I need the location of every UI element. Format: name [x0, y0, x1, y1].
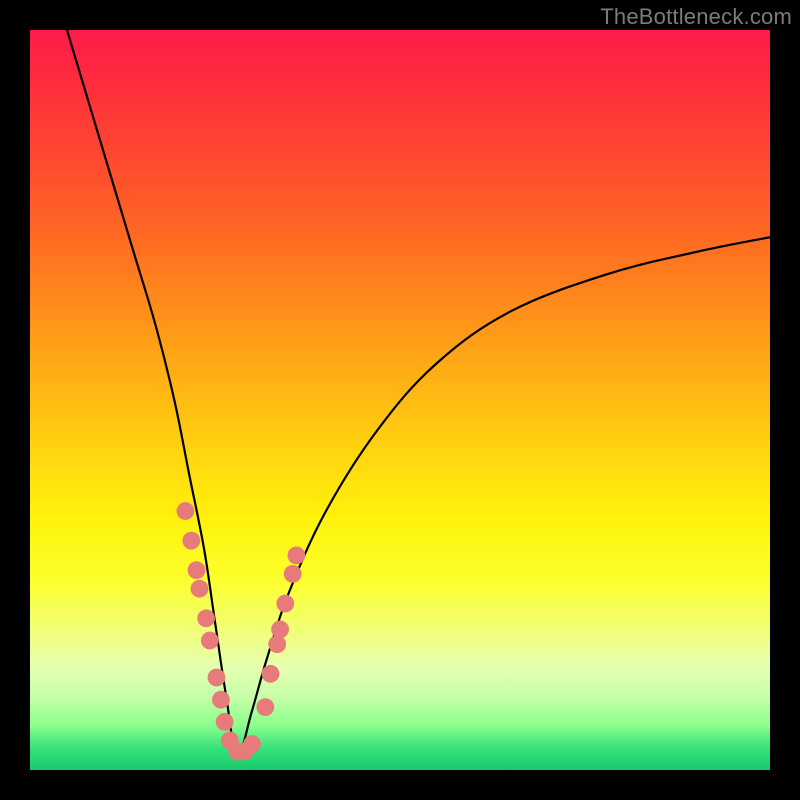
chart-svg — [30, 30, 770, 770]
data-dot — [208, 669, 226, 687]
data-dot — [268, 635, 286, 653]
data-dot — [191, 580, 209, 598]
data-dot — [216, 713, 234, 731]
data-dot — [212, 691, 230, 709]
data-dot — [177, 502, 195, 520]
data-dot — [188, 561, 206, 579]
plot-area — [30, 30, 770, 770]
data-dot — [182, 532, 200, 550]
data-dot — [201, 632, 219, 650]
data-dot — [284, 565, 302, 583]
data-dot — [271, 621, 289, 639]
data-dot — [197, 609, 215, 627]
data-dot — [276, 595, 294, 613]
chart-frame: TheBottleneck.com — [0, 0, 800, 800]
data-dot — [262, 665, 280, 683]
data-dot — [288, 547, 306, 565]
data-dot — [256, 698, 274, 716]
data-dots — [177, 502, 306, 760]
bottleneck-curve — [67, 30, 770, 755]
data-dot — [243, 735, 261, 753]
watermark-text: TheBottleneck.com — [600, 4, 792, 30]
